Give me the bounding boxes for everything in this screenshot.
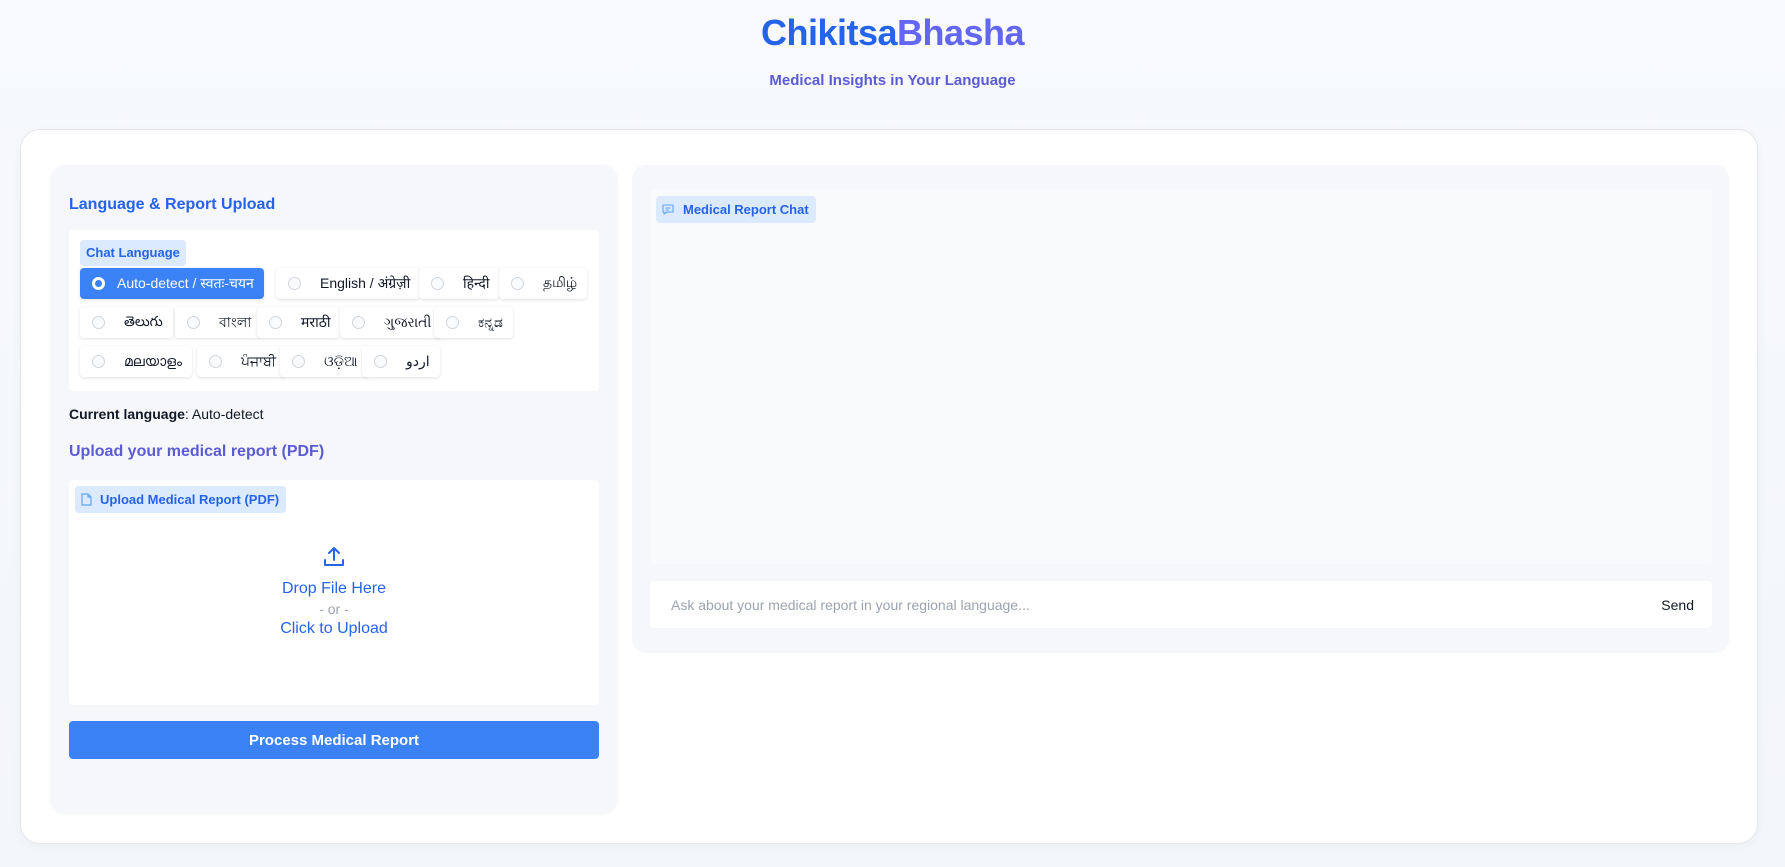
chat-input[interactable] <box>650 581 1610 628</box>
app-subtitle: Medical Insights in Your Language <box>769 72 1016 89</box>
radio-dot <box>209 355 222 368</box>
process-report-button[interactable]: Process Medical Report <box>69 721 599 759</box>
app-title-part1: Chikitsa <box>760 12 898 53</box>
radio-dot <box>431 277 444 290</box>
language-option-label: বাংলা <box>219 313 252 330</box>
file-icon <box>81 493 92 506</box>
language-option-english[interactable]: English / अंग्रेज़ी <box>276 268 421 299</box>
language-option-malayalam[interactable]: മലയാളം <box>80 346 193 377</box>
language-option-label: தமிழ் <box>543 274 578 290</box>
click-to-upload-text: Click to Upload <box>280 620 388 637</box>
left-panel: Language & Report Upload Chat Language A… <box>51 165 617 813</box>
language-option-label: ਪੰਜਾਬੀ <box>241 353 277 369</box>
upload-icon <box>324 547 344 566</box>
language-option-label: ଓଡ଼ିଆ <box>324 353 358 369</box>
language-selector: Chat Language Auto-detect / स्वतः-चयन En… <box>69 230 599 391</box>
language-option-label: ગુજરાતી <box>384 314 432 330</box>
language-option-label: മലയാളം <box>124 353 183 369</box>
language-option-odia[interactable]: ଓଡ଼ିଆ <box>280 346 368 377</box>
radio-dot <box>92 355 105 368</box>
language-option-label: తెలుగు <box>124 312 163 329</box>
language-option-label: اردو <box>406 353 430 369</box>
language-option-label: Auto-detect / स्वतः-चयन <box>117 275 254 291</box>
or-text: - or - <box>319 601 349 617</box>
language-option-label: मराठी <box>301 314 331 330</box>
dropzone[interactable]: Drop File Here - or - Click to Upload <box>69 545 599 638</box>
language-option-tamil[interactable]: தமிழ் <box>499 268 588 299</box>
file-upload[interactable]: Upload Medical Report (PDF) Drop File He… <box>69 480 599 705</box>
section-title: Language & Report Upload <box>69 196 276 213</box>
radio-dot <box>269 316 282 329</box>
current-language-value: : Auto-detect <box>184 406 264 422</box>
current-language-label: Current language <box>69 406 185 422</box>
radio-dot <box>292 355 305 368</box>
upload-label-text: Upload Medical Report (PDF) <box>100 492 280 507</box>
upload-heading: Upload your medical report (PDF) <box>69 443 325 460</box>
language-option-punjabi[interactable]: ਪੰਜਾਬੀ <box>197 346 287 377</box>
right-panel: Medical Report Chat Send <box>632 165 1729 653</box>
chat-input-row: Send <box>650 581 1712 628</box>
current-language: Current language: Auto-detect <box>69 406 264 422</box>
language-option-kannada[interactable]: ಕನ್ನಡ <box>434 307 513 338</box>
language-option-gujarati[interactable]: ગુજરાતી <box>340 307 442 338</box>
drop-file-text: Drop File Here <box>281 580 387 597</box>
chat-icon <box>662 204 674 215</box>
language-option-label: English / अंग्रेज़ी <box>320 275 411 291</box>
language-option-auto-detect[interactable]: Auto-detect / स्वतः-चयन <box>80 268 264 299</box>
radio-dot <box>374 355 387 368</box>
language-option-hindi[interactable]: हिन्दी <box>419 268 500 299</box>
radio-dot <box>511 277 524 290</box>
app-header: ChikitsaBhasha Medical Insights in Your … <box>0 0 1785 89</box>
language-option-urdu[interactable]: اردو <box>362 346 440 377</box>
radio-dot <box>288 277 301 290</box>
chat-language-label: Chat Language <box>80 240 186 266</box>
language-option-label: हिन्दी <box>463 275 490 291</box>
app-title: ChikitsaBhasha <box>0 12 1785 54</box>
radio-dot <box>446 316 459 329</box>
radio-dot <box>92 316 105 329</box>
chat-label-text: Medical Report Chat <box>683 202 809 217</box>
chat-label: Medical Report Chat <box>656 196 816 223</box>
main-card: Language & Report Upload Chat Language A… <box>20 129 1758 844</box>
upload-label: Upload Medical Report (PDF) <box>75 486 287 513</box>
radio-dot <box>92 277 105 290</box>
send-button[interactable]: Send <box>1661 591 1694 618</box>
radio-dot <box>187 316 200 329</box>
app-title-part2: Bhasha <box>897 12 1025 53</box>
language-option-telugu[interactable]: తెలుగు <box>80 307 173 338</box>
language-option-marathi[interactable]: मराठी <box>257 307 341 338</box>
radio-dot <box>352 316 365 329</box>
language-option-label: ಕನ್ನಡ <box>478 314 503 330</box>
language-option-bengali[interactable]: বাংলা <box>175 307 262 338</box>
chat-area: Medical Report Chat <box>650 190 1712 564</box>
